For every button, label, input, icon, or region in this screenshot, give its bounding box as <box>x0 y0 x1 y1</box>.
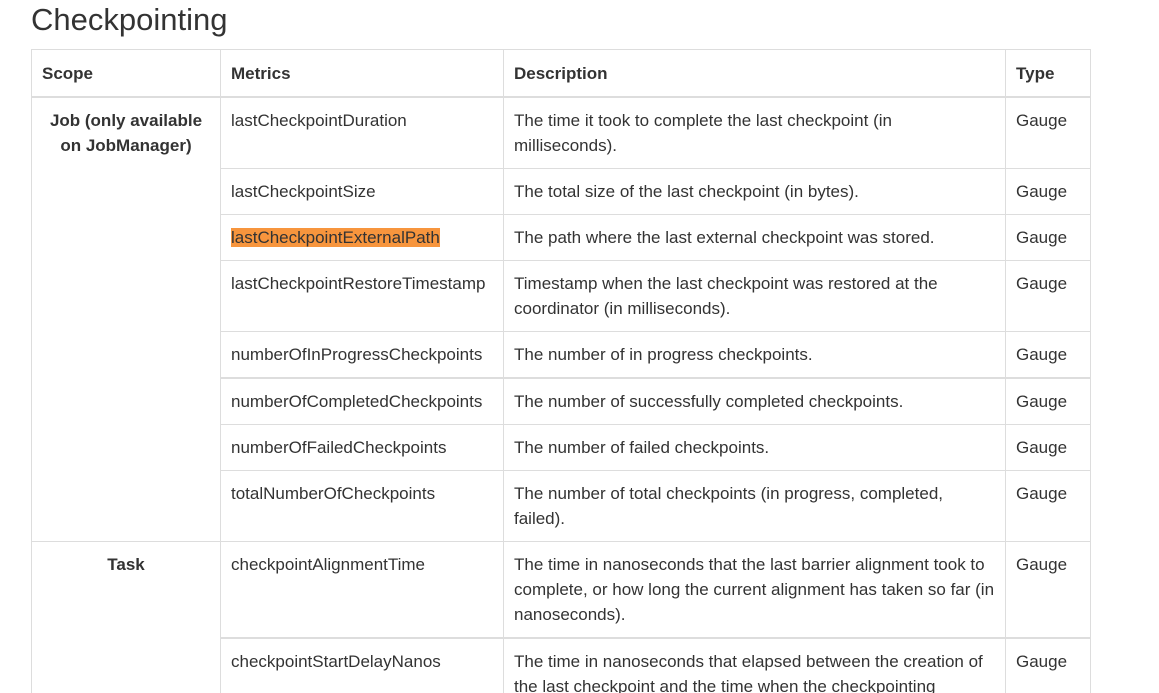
description-cell: The time in nanoseconds that the last ba… <box>503 541 1006 639</box>
header-scope: Scope <box>31 49 221 98</box>
type-cell: Gauge <box>1005 424 1091 471</box>
metric-cell: numberOfFailedCheckpoints <box>220 424 504 471</box>
type-cell: Gauge <box>1005 260 1091 332</box>
description-cell: The number of failed checkpoints. <box>503 424 1006 471</box>
type-cell: Gauge <box>1005 377 1091 425</box>
metric-cell: lastCheckpointExternalPath <box>220 214 504 261</box>
description-cell: The number of total checkpoints (in prog… <box>503 470 1006 542</box>
page-title: Checkpointing <box>31 2 228 37</box>
type-cell: Gauge <box>1005 331 1091 379</box>
type-cell: Gauge <box>1005 470 1091 542</box>
metric-cell: checkpointAlignmentTime <box>220 541 504 639</box>
page: Checkpointing Scope Metrics Description … <box>0 0 1159 693</box>
description-cell: The path where the last external checkpo… <box>503 214 1006 261</box>
metric-cell: checkpointStartDelayNanos <box>220 637 504 693</box>
metric-cell: lastCheckpointRestoreTimestamp <box>220 260 504 332</box>
header-type: Type <box>1005 49 1091 98</box>
description-cell: The time in nanoseconds that elapsed bet… <box>503 637 1006 693</box>
header-metrics: Metrics <box>220 49 504 98</box>
metric-cell: lastCheckpointDuration <box>220 96 504 169</box>
table-row: Task checkpointAlignmentTime The time in… <box>31 541 1091 693</box>
type-cell: Gauge <box>1005 541 1091 639</box>
type-cell: Gauge <box>1005 96 1091 169</box>
table-row: Job (only available on JobManager) lastC… <box>31 96 1091 542</box>
type-cell: Gauge <box>1005 214 1091 261</box>
header-description: Description <box>503 49 1006 98</box>
highlighted-metric: lastCheckpointExternalPath <box>231 228 440 247</box>
description-cell: Timestamp when the last checkpoint was r… <box>503 260 1006 332</box>
scope-cell-task: Task <box>31 541 221 693</box>
description-cell: The total size of the last checkpoint (i… <box>503 168 1006 215</box>
metric-cell: totalNumberOfCheckpoints <box>220 470 504 542</box>
metric-cell: numberOfInProgressCheckpoints <box>220 331 504 379</box>
scope-cell-job: Job (only available on JobManager) <box>31 96 221 542</box>
metric-cell: numberOfCompletedCheckpoints <box>220 377 504 425</box>
type-cell: Gauge <box>1005 637 1091 693</box>
metric-cell: lastCheckpointSize <box>220 168 504 215</box>
description-cell: The number of successfully completed che… <box>503 377 1006 425</box>
table-header-row: Scope Metrics Description Type <box>31 49 1091 98</box>
description-cell: The number of in progress checkpoints. <box>503 331 1006 379</box>
metrics-table: Scope Metrics Description Type Job (only… <box>31 49 1091 693</box>
description-cell: The time it took to complete the last ch… <box>503 96 1006 169</box>
type-cell: Gauge <box>1005 168 1091 215</box>
